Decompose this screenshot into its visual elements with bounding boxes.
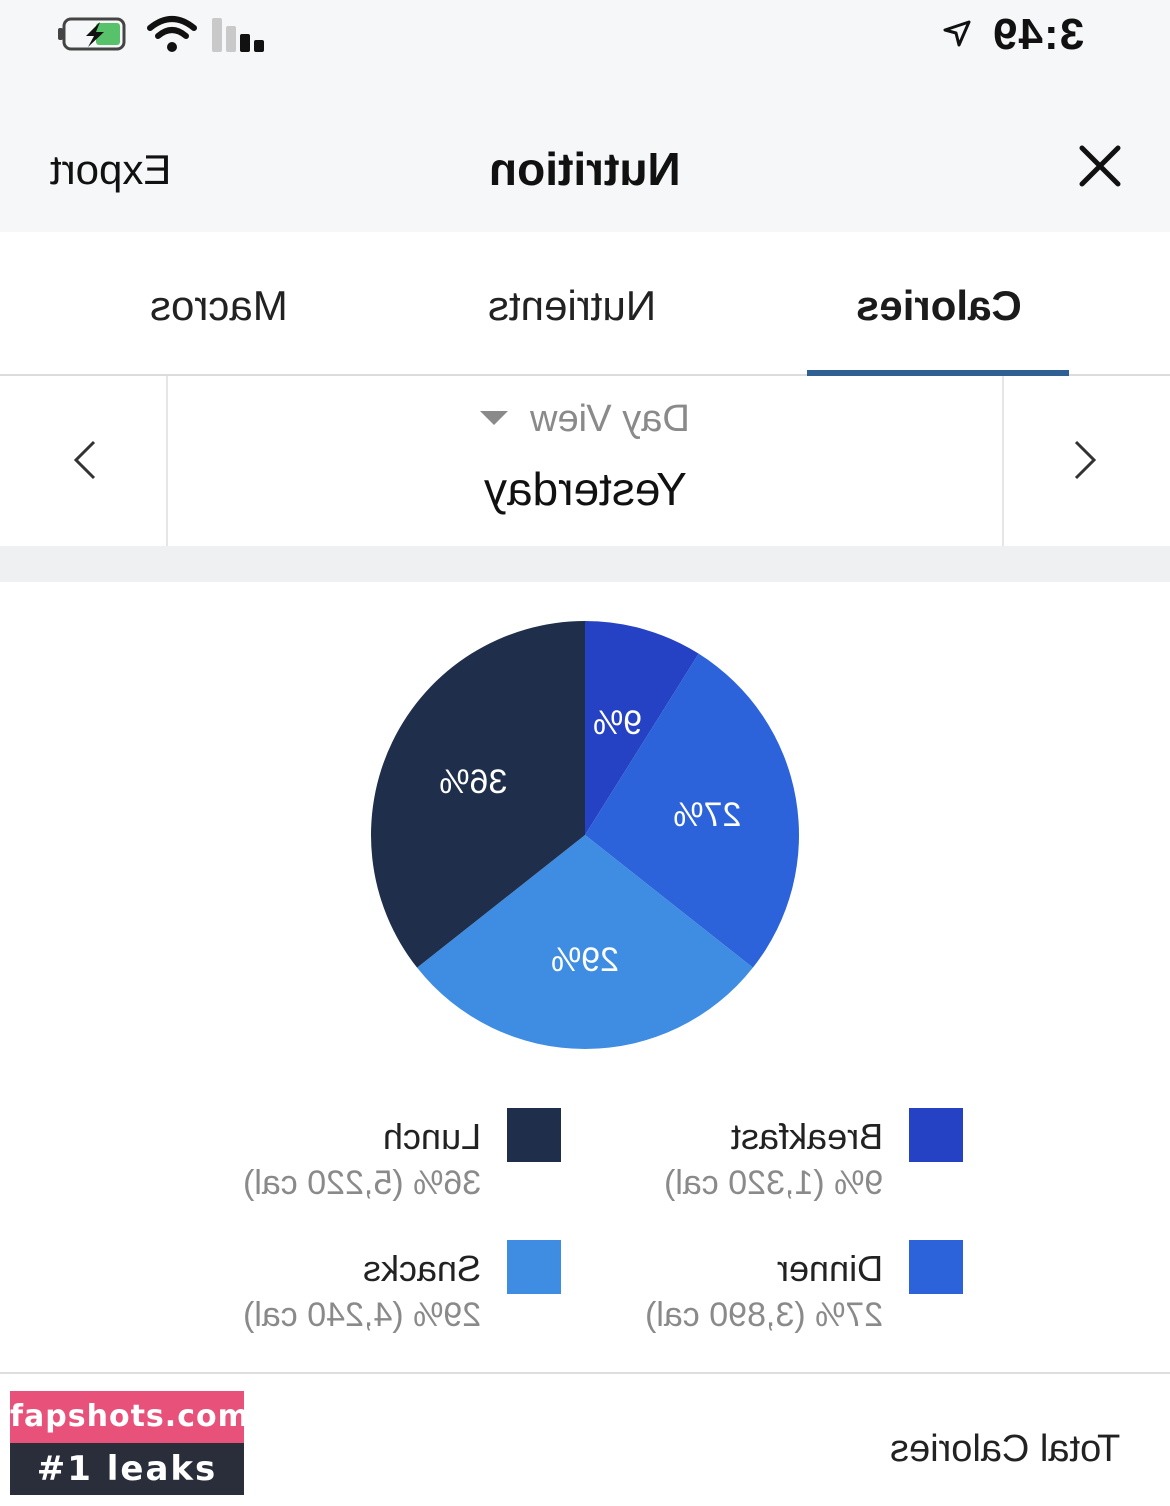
- signal-icon: [210, 16, 266, 52]
- date-label: Yesterday: [483, 463, 687, 515]
- section-separator: [0, 546, 1170, 582]
- legend-swatch-snacks: [507, 1240, 561, 1294]
- status-bar: 3:49: [0, 0, 1170, 90]
- header: Export Nutrition: [0, 90, 1170, 232]
- calories-pie-chart: 9% 27% 29% 36%: [371, 621, 799, 1049]
- legend-value: 27% (3,890 cal): [644, 1296, 883, 1334]
- legend-label: Snacks: [362, 1248, 481, 1289]
- legend-item-snacks: Snacks 29% (4,240 cal): [161, 1240, 561, 1350]
- close-icon[interactable]: [1076, 142, 1124, 190]
- pie-label-snacks: 29%: [551, 941, 619, 979]
- legend-value: 29% (4,240 cal): [242, 1296, 481, 1334]
- next-day-button[interactable]: [1002, 376, 1170, 546]
- legend-label: Lunch: [382, 1116, 481, 1157]
- chevron-right-icon: [1074, 440, 1097, 480]
- tab-calories[interactable]: Calories: [856, 282, 1022, 330]
- date-navigator: Day View Yesterday: [0, 376, 1170, 546]
- page-title: Nutrition: [489, 143, 681, 195]
- caret-down-icon: [480, 410, 509, 425]
- location-arrow-icon: [943, 20, 971, 47]
- watermark-tagline: #1 leaks: [10, 1443, 244, 1495]
- divider: [0, 1372, 1170, 1374]
- legend-swatch-breakfast: [909, 1108, 963, 1162]
- total-calories-label: Total Calories: [889, 1428, 1120, 1470]
- watermark-site: fapshots.com: [10, 1391, 249, 1443]
- legend-value: 36% (5,220 cal): [242, 1164, 481, 1202]
- legend-item-dinner: Dinner 27% (3,890 cal): [563, 1240, 963, 1350]
- tab-bar: Macros Nutrients Calories: [0, 232, 1170, 376]
- legend-item-lunch: Lunch 36% (5,220 cal): [161, 1108, 561, 1218]
- legend-swatch-lunch: [507, 1108, 561, 1162]
- tab-nutrients[interactable]: Nutrients: [488, 282, 656, 330]
- pie-label-dinner: 27%: [673, 796, 741, 834]
- legend-label: Breakfast: [730, 1116, 883, 1157]
- tab-macros[interactable]: Macros: [150, 282, 288, 330]
- pie-label-lunch: 36%: [439, 763, 507, 801]
- battery-charging-icon: [58, 17, 126, 51]
- pie-label-breakfast: 9%: [593, 704, 642, 742]
- legend-item-breakfast: Breakfast 9% (1,320 cal): [563, 1108, 963, 1218]
- legend-value: 9% (1,320 cal): [663, 1164, 883, 1202]
- legend-swatch-dinner: [909, 1240, 963, 1294]
- view-select[interactable]: Day View: [0, 398, 1170, 441]
- status-time: 3:49: [991, 10, 1084, 59]
- wifi-icon: [147, 16, 197, 52]
- legend-label: Dinner: [776, 1248, 883, 1289]
